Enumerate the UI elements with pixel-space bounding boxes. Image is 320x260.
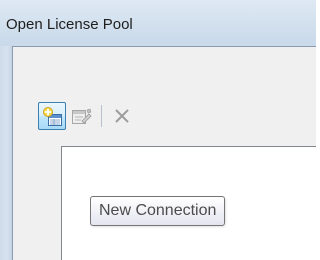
toolbar: [38, 100, 137, 132]
delete-button[interactable]: [108, 102, 136, 130]
tooltip: New Connection: [90, 196, 226, 226]
window-title: Open License Pool: [6, 16, 133, 33]
new-connection-button[interactable]: [38, 102, 66, 130]
delete-x-icon: [115, 109, 129, 123]
toolbar-separator: [101, 105, 102, 127]
title-bar[interactable]: Open License Pool: [0, 0, 316, 46]
window-frame-left: [0, 46, 12, 260]
properties-icon: [72, 108, 92, 124]
properties-button[interactable]: [67, 102, 95, 130]
screen: Open License Pool New Connection: [0, 0, 316, 260]
new-connection-icon: [43, 107, 62, 126]
